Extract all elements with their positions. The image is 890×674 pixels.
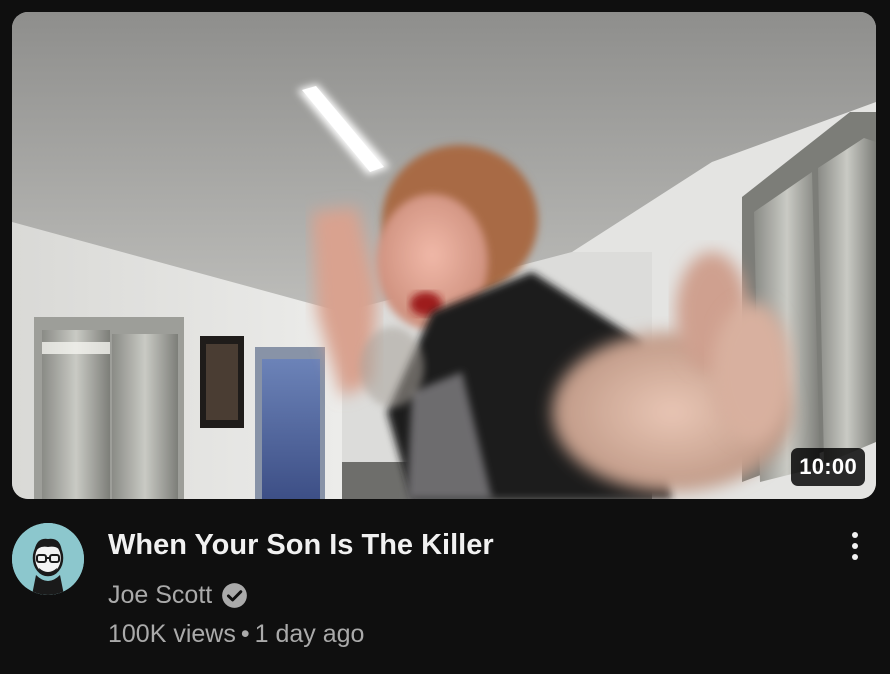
channel-row: Joe Scott [108,578,248,612]
video-thumbnail[interactable]: 10:00 [12,12,876,499]
upload-age: 1 day ago [254,620,365,648]
thumbnail-image [12,12,876,499]
verified-check-icon [222,582,248,608]
more-vertical-icon [852,532,858,538]
metadata-separator: • [240,620,250,648]
channel-avatar-icon [12,523,84,595]
duration-badge: 10:00 [791,448,865,486]
channel-name[interactable]: Joe Scott [108,579,212,611]
more-actions-button[interactable] [835,524,875,568]
video-card: 10:00 When Your Son Is The Killer Joe Sc… [0,0,890,674]
view-count: 100K views [108,620,236,648]
channel-avatar[interactable] [12,523,84,595]
video-title[interactable]: When Your Son Is The Killer [108,527,808,563]
video-metadata: 100K views • 1 day ago [108,618,364,650]
